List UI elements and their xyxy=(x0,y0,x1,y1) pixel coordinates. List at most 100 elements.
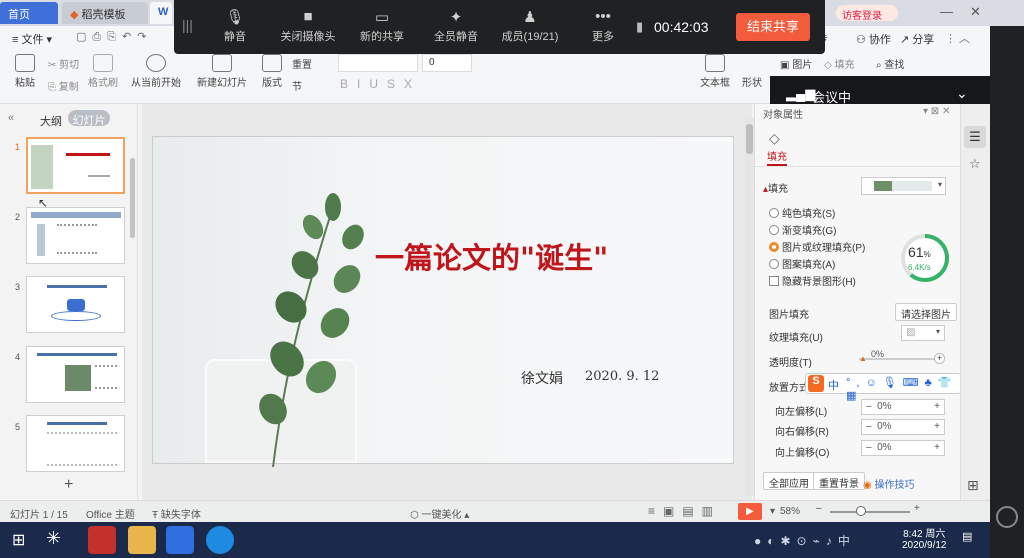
plus-icon[interactable]: + xyxy=(934,421,940,432)
plus-icon[interactable]: + xyxy=(934,401,940,412)
end-share-button[interactable]: 结束共享 xyxy=(736,13,810,41)
slider-thumb-icon[interactable]: ▲ xyxy=(859,354,867,363)
reset-button[interactable]: 重置 xyxy=(292,56,312,71)
tab-template[interactable]: ◆ 稻壳模板 xyxy=(62,2,148,24)
picture-button[interactable]: ▣ 图片 xyxy=(780,56,812,71)
messenger-icon[interactable] xyxy=(206,526,234,554)
right-offset-input[interactable]: – 0% + xyxy=(861,419,945,435)
beautify-button[interactable]: ⬡ 一键美化 ▴ xyxy=(410,506,469,521)
ime-toolbar[interactable]: S 中 °,☺🎙⌨♣👕▦ xyxy=(805,373,961,402)
plus-icon[interactable]: + xyxy=(934,442,940,453)
texture-select[interactable]: ▨ ▾ xyxy=(901,325,945,341)
font-style-buttons[interactable]: BIUSX xyxy=(340,77,421,91)
meeting-app-icon[interactable] xyxy=(166,526,194,554)
members-button[interactable]: ♟ 成员(19/21) xyxy=(500,8,560,44)
quick-access-icons[interactable]: ▢⎙⎘↶↷ xyxy=(76,30,152,44)
missing-font-button[interactable]: Ŧ 缺失字体 xyxy=(152,506,201,521)
tab-home[interactable]: 首页 xyxy=(0,2,58,24)
cut-button[interactable]: ✂ 剪切 xyxy=(48,56,79,71)
zoom-slider-thumb[interactable] xyxy=(856,506,866,516)
star-icon[interactable]: ☆ xyxy=(969,156,981,172)
tab-home-label: 首页 xyxy=(8,9,30,21)
theme-name[interactable]: Office 主题 xyxy=(86,506,135,521)
zoom-slider[interactable] xyxy=(830,511,910,513)
play-from-current-button[interactable]: 从当前开始 xyxy=(128,54,184,89)
slide-thumbnail-5[interactable] xyxy=(26,415,125,472)
textbox-button[interactable]: 文本框 xyxy=(700,54,730,89)
app-pinwheel-icon[interactable]: ✳ xyxy=(46,528,61,549)
find-button[interactable]: ⌕ 查找 xyxy=(876,56,904,71)
thumbnail-scrollbar[interactable] xyxy=(130,158,135,238)
zoom-level[interactable]: 58% xyxy=(780,506,800,517)
drag-handle-icon[interactable]: ||| xyxy=(182,17,193,33)
slideshow-play-button[interactable]: ▶ xyxy=(738,503,762,520)
apply-all-button[interactable]: 全部应用 xyxy=(763,472,815,490)
slide-thumbnail-3[interactable] xyxy=(26,276,125,333)
fill-button[interactable]: ◇ 填充 xyxy=(824,56,854,71)
transparency-increase-button[interactable]: + xyxy=(934,353,945,364)
new-slide-button[interactable]: 新建幻灯片 xyxy=(196,54,248,89)
scrollbar-thumb[interactable] xyxy=(746,124,753,154)
up-offset-input[interactable]: – 0% + xyxy=(861,440,945,456)
current-slide[interactable]: 一篇论文的"诞生" 徐文娟 2020. 9. 12 xyxy=(152,136,734,467)
slide-thumbnail-1[interactable] xyxy=(26,137,125,194)
minimize-icon[interactable]: — xyxy=(940,4,953,19)
windows-start-icon[interactable]: ⊞ xyxy=(12,530,25,550)
properties-icon[interactable]: ☰ xyxy=(964,126,986,148)
gradient-fill-option[interactable]: 渐变填充(G) xyxy=(769,222,836,237)
mute-button[interactable]: 🎙 静音 xyxy=(218,8,252,44)
more-button[interactable]: ••• 更多 xyxy=(588,8,618,44)
taskbar-clock[interactable]: 8:42 周六 2020/9/12 xyxy=(902,525,947,551)
chevron-down-icon[interactable]: ⌄ xyxy=(956,85,968,102)
hide-background-checkbox[interactable]: 隐藏背景图形(H) xyxy=(769,273,856,288)
slide-thumbnail-2[interactable] xyxy=(26,207,125,264)
mute-all-button[interactable]: ✦ 全员静音 xyxy=(434,8,478,44)
section-button[interactable]: 节 xyxy=(292,78,302,93)
tab-fill[interactable]: 填充 xyxy=(767,148,787,166)
tips-link[interactable]: ◉ 操作技巧 xyxy=(863,476,915,491)
canvas-vertical-scrollbar[interactable] xyxy=(745,118,754,496)
fill-type-select[interactable]: ▾ xyxy=(861,177,946,195)
panel-controls-icon[interactable]: ▾ ⊠ ✕ xyxy=(923,106,950,117)
new-share-button[interactable]: ▭ 新的共享 xyxy=(360,8,404,44)
font-name-select[interactable] xyxy=(338,54,418,72)
solid-fill-option[interactable]: 纯色填充(S) xyxy=(769,205,835,220)
shape-button[interactable]: 形状 xyxy=(742,74,762,89)
missing-font-label: 缺失字体 xyxy=(160,510,201,521)
more-menu-icon[interactable]: ⋮ ︿ xyxy=(945,30,970,46)
action-center-icon[interactable]: ▤ xyxy=(962,530,972,543)
choose-picture-button[interactable]: 请选择图片 xyxy=(895,303,957,321)
reset-background-button[interactable]: 重置背景 xyxy=(813,472,865,490)
zoom-in-button[interactable]: + xyxy=(914,503,920,514)
view-mode-icons[interactable]: ≡▣▤▥ xyxy=(648,504,721,518)
transparency-slider[interactable] xyxy=(859,358,939,360)
format-painter-button[interactable]: 格式刷 xyxy=(88,54,118,89)
font-size-select[interactable]: 0 xyxy=(422,54,472,72)
visitor-login-button[interactable]: 访客登录 xyxy=(836,5,898,22)
notification-icon[interactable] xyxy=(996,506,1018,528)
picture-fill-option[interactable]: 图片或纹理填充(P) xyxy=(769,239,865,254)
close-icon[interactable]: ✕ xyxy=(970,4,981,20)
collab-button[interactable]: ⚇ 协作 xyxy=(856,31,891,47)
grid-apps-icon[interactable]: ⊞ xyxy=(967,477,979,494)
share-button[interactable]: ↗ 分享 xyxy=(900,31,934,47)
copy-button[interactable]: ⎘ 复制 xyxy=(48,78,79,93)
tab-outline[interactable]: 大纲 xyxy=(40,113,62,129)
wps-taskbar-icon[interactable] xyxy=(88,526,116,554)
file-explorer-icon[interactable] xyxy=(128,526,156,554)
pattern-fill-option[interactable]: 图案填充(A) xyxy=(769,256,835,271)
camera-button[interactable]: ■ 关闭摄像头 xyxy=(278,8,338,44)
collapse-panel-icon[interactable]: « xyxy=(8,112,14,124)
ime-chinese-mode[interactable]: 中 xyxy=(828,377,839,393)
slideshow-dropdown-icon[interactable]: ▾ xyxy=(770,506,775,517)
slide-thumbnail-4[interactable] xyxy=(26,346,125,403)
zoom-out-button[interactable]: – xyxy=(816,503,822,514)
tab-document[interactable]: W xyxy=(150,2,172,24)
system-tray-icons[interactable]: ●◐✱⊙⌁♪中 xyxy=(754,532,856,549)
add-slide-button[interactable]: + xyxy=(64,476,73,494)
layout-button[interactable]: 版式 xyxy=(258,54,286,89)
ime-tool-icons[interactable]: °,☺🎙⌨♣👕▦ xyxy=(846,376,960,402)
paste-button[interactable]: 粘贴 xyxy=(8,54,42,89)
tab-slides[interactable]: 幻灯片 xyxy=(68,110,110,127)
file-menu[interactable]: ≡ 文件 ▾ xyxy=(12,31,52,47)
